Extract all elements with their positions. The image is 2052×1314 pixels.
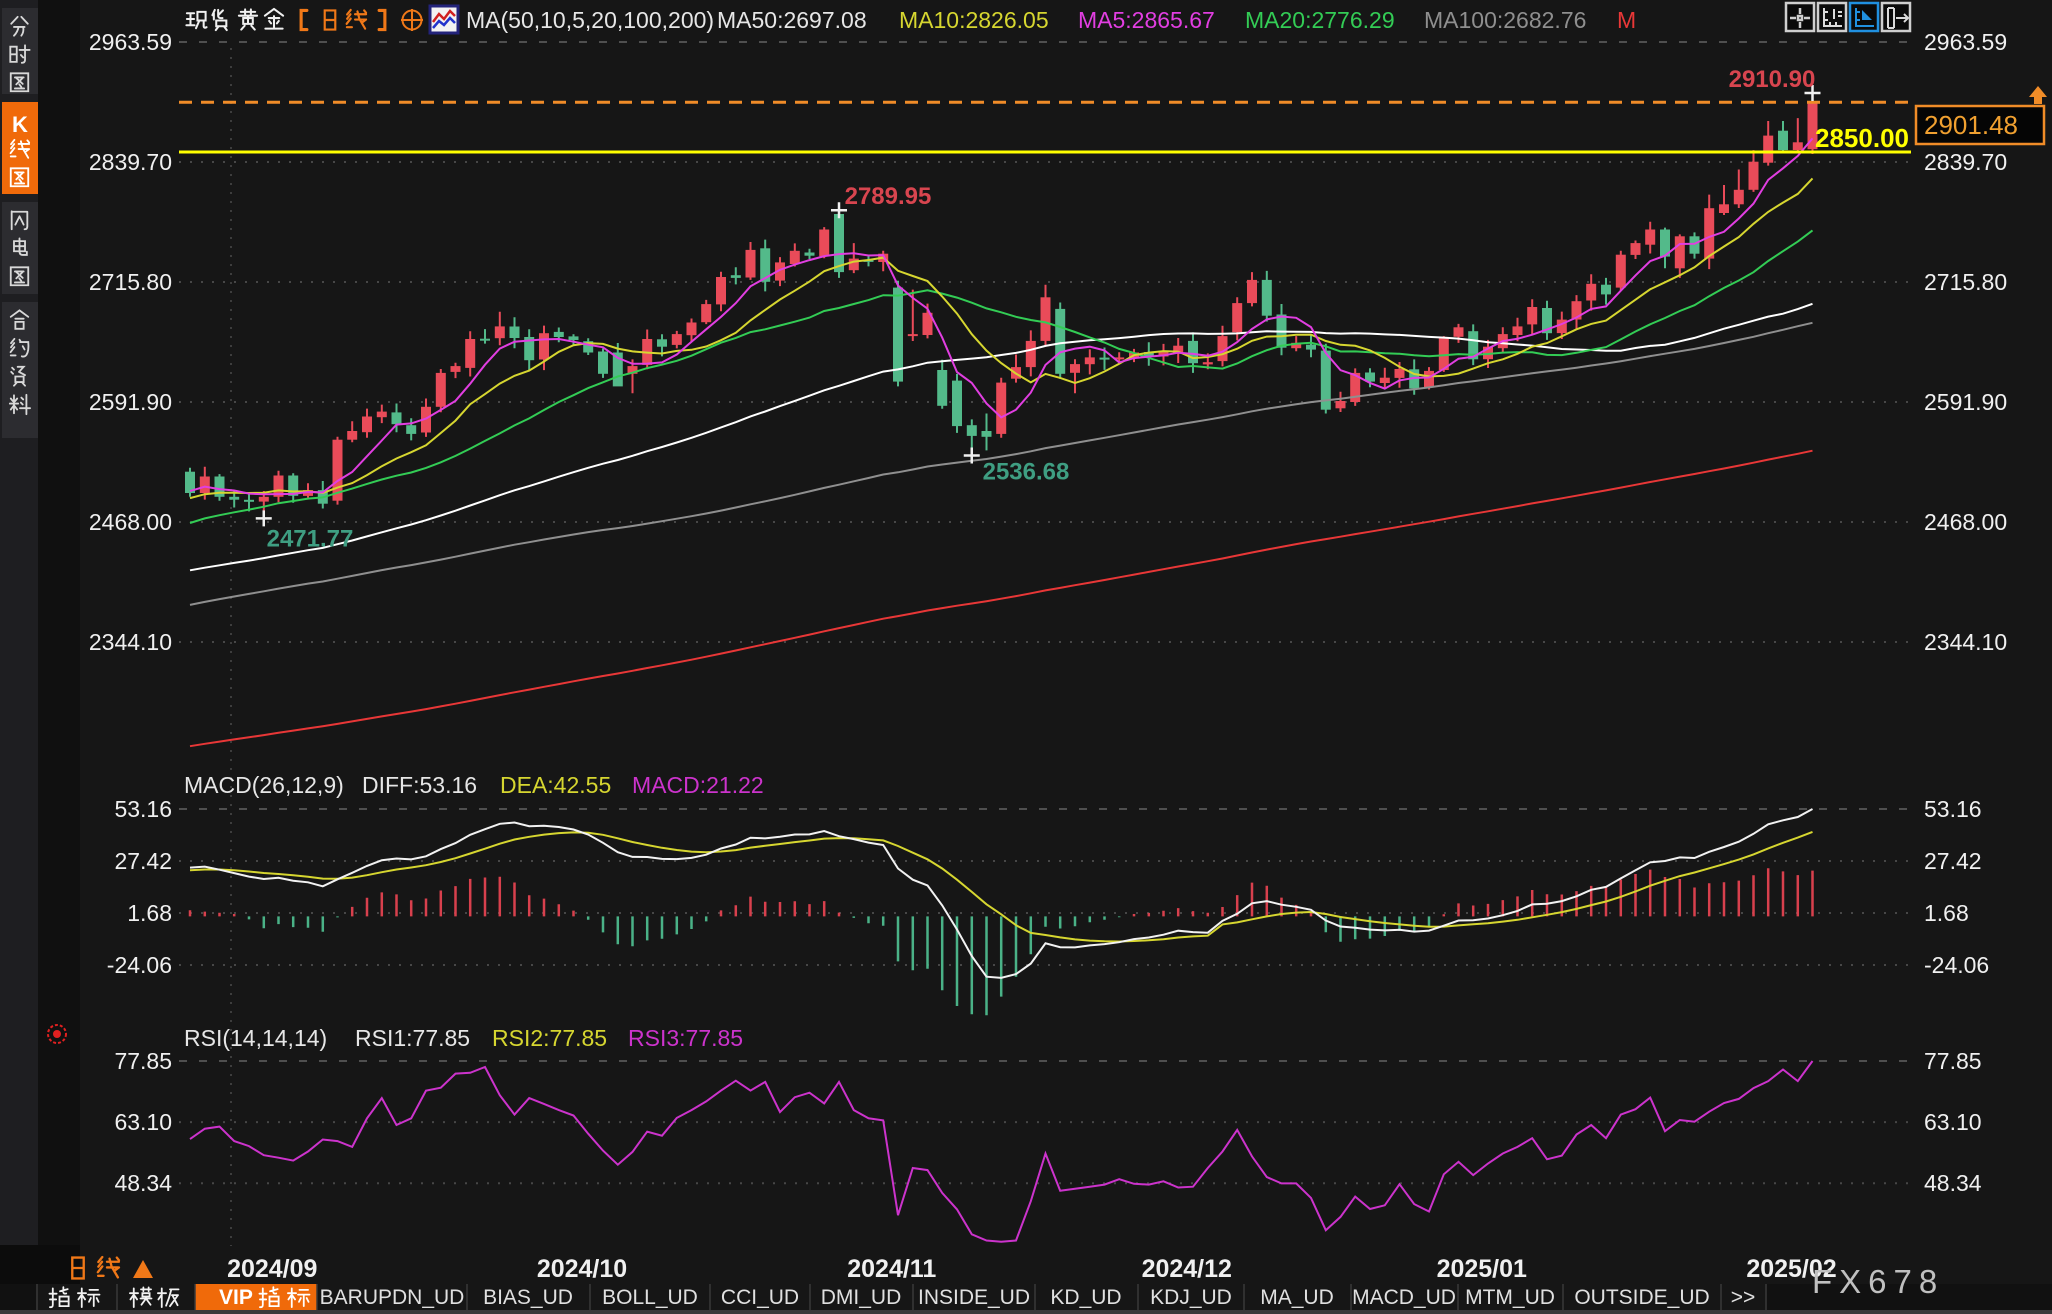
svg-text:MACD:21.22: MACD:21.22	[632, 772, 764, 798]
svg-text:DMI_UD: DMI_UD	[821, 1286, 902, 1309]
svg-text:MA10:2826.05: MA10:2826.05	[899, 7, 1049, 33]
svg-text:-24.06: -24.06	[1924, 952, 1989, 978]
svg-text:VIP: VIP	[219, 1286, 253, 1309]
svg-text:48.34: 48.34	[114, 1170, 172, 1196]
svg-text:K: K	[12, 112, 28, 137]
svg-text:CCI_UD: CCI_UD	[721, 1286, 799, 1309]
svg-text:2715.80: 2715.80	[89, 269, 172, 295]
svg-text:2850.00: 2850.00	[1815, 123, 1909, 153]
svg-text:MA50:2697.08: MA50:2697.08	[717, 7, 867, 33]
svg-text:MACD_UD: MACD_UD	[1352, 1286, 1456, 1309]
svg-text:-24.06: -24.06	[107, 952, 172, 978]
svg-text:MA100:2682.76: MA100:2682.76	[1424, 7, 1586, 33]
svg-text:DIFF:53.16: DIFF:53.16	[362, 772, 477, 798]
svg-text:2468.00: 2468.00	[1924, 509, 2007, 535]
svg-text:MA_UD: MA_UD	[1260, 1286, 1334, 1309]
svg-text:MA5:2865.67: MA5:2865.67	[1078, 7, 1215, 33]
svg-text:27.42: 27.42	[114, 848, 172, 874]
svg-text:2344.10: 2344.10	[89, 629, 172, 655]
svg-text:2591.90: 2591.90	[1924, 389, 2007, 415]
svg-text:2910.90: 2910.90	[1729, 66, 1816, 93]
svg-text:77.85: 77.85	[1924, 1048, 1982, 1074]
svg-text:BARUPDN_UD: BARUPDN_UD	[320, 1286, 465, 1309]
svg-text:KD_UD: KD_UD	[1050, 1286, 1121, 1309]
svg-text:2963.59: 2963.59	[1924, 29, 2007, 55]
svg-text:48.34: 48.34	[1924, 1170, 1982, 1196]
svg-text:53.16: 53.16	[1924, 796, 1982, 822]
svg-text:27.42: 27.42	[1924, 848, 1982, 874]
svg-text:BOLL_UD: BOLL_UD	[602, 1286, 698, 1309]
svg-text:2024/10: 2024/10	[537, 1255, 627, 1283]
svg-text:1.68: 1.68	[127, 900, 172, 926]
svg-text:2024/11: 2024/11	[847, 1255, 936, 1283]
svg-text:MA(50,10,5,20,100,200): MA(50,10,5,20,100,200)	[466, 7, 714, 33]
svg-text:63.10: 63.10	[1924, 1109, 1982, 1135]
svg-text:2839.70: 2839.70	[89, 149, 172, 175]
svg-text:MA20:2776.29: MA20:2776.29	[1245, 7, 1395, 33]
svg-text:BIAS_UD: BIAS_UD	[483, 1286, 573, 1309]
svg-text:53.16: 53.16	[114, 796, 172, 822]
svg-text:2471.77: 2471.77	[267, 525, 354, 552]
svg-text:2901.48: 2901.48	[1924, 110, 2018, 140]
svg-text:2025/01: 2025/01	[1437, 1255, 1527, 1283]
svg-text:2024/09: 2024/09	[227, 1255, 317, 1283]
svg-text:FX678: FX678	[1812, 1263, 1944, 1300]
svg-text:2344.10: 2344.10	[1924, 629, 2007, 655]
svg-text:2468.00: 2468.00	[89, 509, 172, 535]
svg-text:RSI(14,14,14): RSI(14,14,14)	[184, 1025, 327, 1051]
svg-text:2024/12: 2024/12	[1142, 1255, 1232, 1283]
svg-text:2789.95: 2789.95	[845, 183, 932, 210]
svg-text:DEA:42.55: DEA:42.55	[500, 772, 611, 798]
svg-text:2839.70: 2839.70	[1924, 149, 2007, 175]
svg-text:MACD(26,12,9): MACD(26,12,9)	[184, 772, 344, 798]
svg-text:INSIDE_UD: INSIDE_UD	[918, 1286, 1030, 1309]
svg-text:2963.59: 2963.59	[89, 29, 172, 55]
svg-text:2715.80: 2715.80	[1924, 269, 2007, 295]
svg-text:RSI2:77.85: RSI2:77.85	[492, 1025, 607, 1051]
svg-text:OUTSIDE_UD: OUTSIDE_UD	[1574, 1286, 1709, 1309]
svg-text:2591.90: 2591.90	[89, 389, 172, 415]
svg-text:1.68: 1.68	[1924, 900, 1969, 926]
svg-text:2536.68: 2536.68	[983, 459, 1070, 486]
svg-text:M: M	[1617, 7, 1636, 33]
svg-text:RSI1:77.85: RSI1:77.85	[355, 1025, 470, 1051]
svg-text:77.85: 77.85	[114, 1048, 172, 1074]
svg-text:MTM_UD: MTM_UD	[1465, 1286, 1555, 1309]
svg-text:63.10: 63.10	[114, 1109, 172, 1135]
svg-text:RSI3:77.85: RSI3:77.85	[628, 1025, 743, 1051]
svg-text:KDJ_UD: KDJ_UD	[1150, 1286, 1232, 1309]
svg-text:>>: >>	[1731, 1286, 1756, 1309]
